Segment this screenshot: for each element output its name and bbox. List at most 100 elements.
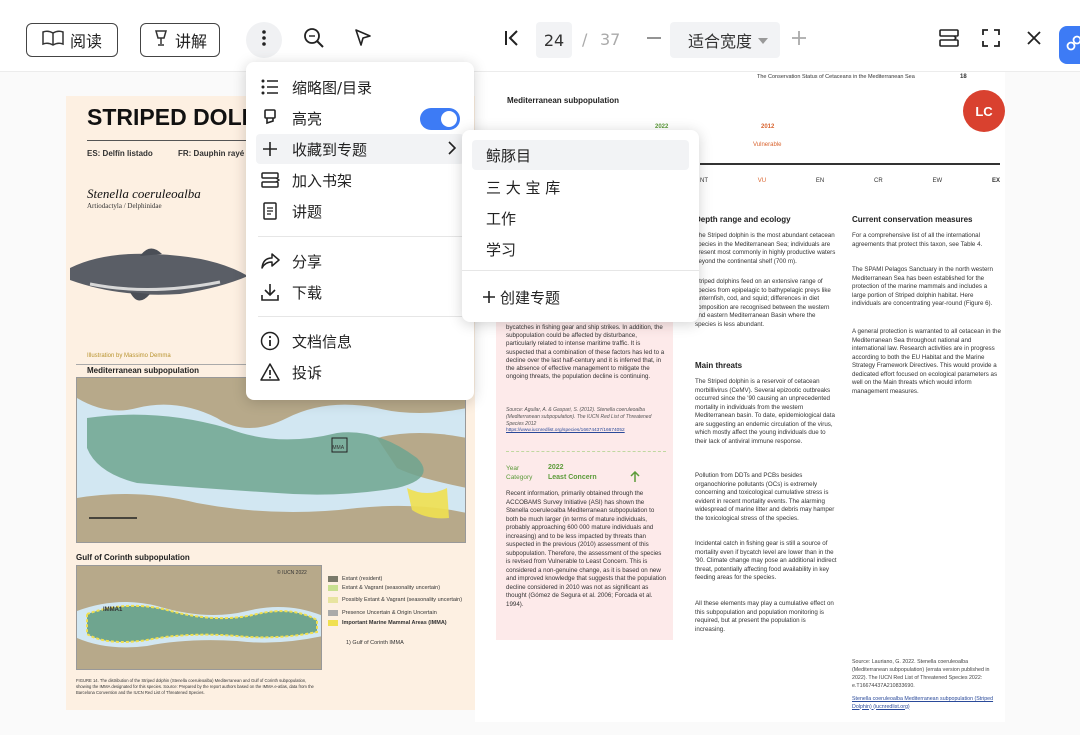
legend-swatch xyxy=(328,620,338,626)
imma-map-label: IMMA xyxy=(331,445,345,451)
search-button[interactable] xyxy=(296,22,332,58)
first-page-button[interactable] xyxy=(494,22,530,58)
zoom-mode-select[interactable]: 适合宽度 xyxy=(670,22,780,58)
vulnerable-label: Vulnerable xyxy=(753,142,782,148)
assessment-text-2: Recent information, primarily obtained t… xyxy=(506,490,666,608)
share-icon xyxy=(260,251,280,271)
menu-item-label: 加入书架 xyxy=(292,171,353,190)
minus-icon xyxy=(645,29,663,51)
menu-item-label: 收藏到专题 xyxy=(292,140,368,159)
submenu-divider xyxy=(462,270,699,271)
species-family: Artiodactyla / Delphinidae xyxy=(87,202,162,210)
explain-button[interactable]: 讲解 xyxy=(140,23,220,57)
lc-status-badge: LC xyxy=(963,90,1005,132)
total-pages: 37 xyxy=(600,30,621,49)
med-map-label: Mediterranean subpopulation xyxy=(87,366,200,375)
read-button-label: 阅读 xyxy=(69,32,102,51)
threats-text-4: All these elements may play a cumulative… xyxy=(695,600,834,633)
page-mode-button[interactable] xyxy=(931,22,967,58)
legend-label: Important Marine Mammal Areas (IMMA) xyxy=(342,620,447,626)
depth-range-heading: Depth range and ecology xyxy=(695,215,791,224)
gulf-map-label: Gulf of Corinth subpopulation xyxy=(76,553,190,562)
conservation-heading: Current conservation measures xyxy=(852,215,973,224)
category-scale: NT VU EN CR EW EX xyxy=(700,177,1000,187)
toggle-knob xyxy=(441,111,457,127)
more-options-menu: 缩略图/目录 高亮 收藏到专题 加入书架 讲题 分享 下载 文档信息 投诉 xyxy=(246,62,474,400)
legend-swatch xyxy=(328,597,338,603)
highlight-toggle[interactable] xyxy=(420,108,460,130)
category-label: EW xyxy=(932,178,943,184)
depth-range-text-2: Striped dolphins feed on an extensive ra… xyxy=(695,278,831,328)
menu-item-add-to-topic[interactable]: 收藏到专题 xyxy=(256,134,464,164)
legend-item: Possibly Extant & Vagrant (seasonality u… xyxy=(328,592,468,608)
subpopulation-title: Mediterranean subpopulation xyxy=(507,96,620,105)
assessment-link[interactable]: https://www.iucnredlist.org/species/1667… xyxy=(506,428,671,434)
assessment-year: 2022 xyxy=(548,464,564,471)
legend-item: Extant & Vagrant (seasonality uncertain) xyxy=(328,583,468,592)
menu-item-add-to-shelf[interactable]: 加入书架 xyxy=(246,165,474,195)
legend-label: Extant (resident) xyxy=(342,575,383,582)
create-topic-button[interactable]: 创建专题 xyxy=(472,282,689,312)
legend-label: Possibly Extant & Vagrant (seasonality u… xyxy=(342,597,463,603)
read-button[interactable]: 阅读 xyxy=(26,23,118,57)
menu-item-label: 分享 xyxy=(292,252,323,271)
common-name-fr: FR: Dauphin rayé xyxy=(178,149,245,158)
dolphin-illustration xyxy=(70,238,250,322)
mediterranean-map: IMMA xyxy=(76,377,466,543)
current-page-input[interactable]: 24 xyxy=(536,22,572,58)
skip-to-start-icon xyxy=(504,29,520,51)
depth-range-text-1: The Striped dolphin is the most abundant… xyxy=(695,232,836,265)
more-options-button[interactable] xyxy=(246,22,282,58)
menu-item-label: 投诉 xyxy=(292,363,323,382)
legend-item: Presence Uncertain & Origin Uncertain xyxy=(328,608,468,617)
menu-item-doc-info[interactable]: 文档信息 xyxy=(246,326,474,356)
assessment-category: Least Concern xyxy=(548,474,597,481)
menu-item-share[interactable]: 分享 xyxy=(246,246,474,276)
iucn-copyright: © IUCN 2022 xyxy=(277,570,307,576)
download-icon xyxy=(260,282,280,302)
highlighter-icon xyxy=(260,108,280,128)
fullscreen-button[interactable] xyxy=(973,22,1009,58)
explain-button-label: 讲解 xyxy=(174,32,207,51)
category-field-label: Category xyxy=(506,474,533,481)
fullscreen-icon xyxy=(981,28,1001,52)
menu-item-thumbnails[interactable]: 缩略图/目录 xyxy=(246,72,474,102)
book-icon xyxy=(42,30,64,50)
legend-label: Presence Uncertain & Origin Uncertain xyxy=(342,609,437,616)
select-tool-button[interactable] xyxy=(345,22,381,58)
legend-label: 1) Gulf of Corinth IMMA xyxy=(346,640,404,646)
legend-swatch xyxy=(328,584,338,591)
zoom-in-button[interactable] xyxy=(781,22,817,58)
list-icon xyxy=(260,77,280,97)
topic-item[interactable]: 三 大 宝 库 xyxy=(472,172,689,202)
legend-item: Important Marine Mammal Areas (IMMA) xyxy=(328,617,468,629)
topic-item[interactable]: 鲸豚目 xyxy=(472,140,689,170)
lecture-icon xyxy=(260,201,280,221)
menu-item-download[interactable]: 下载 xyxy=(246,277,474,307)
category-label: EX xyxy=(991,178,1000,184)
category-label: CR xyxy=(874,178,883,184)
assessment-text-1: bycatches in fishing gear and ship strik… xyxy=(506,324,665,381)
common-name-es: ES: Delfín listado xyxy=(87,149,153,158)
page-switch-icon xyxy=(938,27,960,53)
menu-item-report[interactable]: 投诉 xyxy=(246,357,474,387)
threats-text-1: The Striped dolphin is a reservoir of ce… xyxy=(695,378,835,445)
assessment-source: Source: Aguilar, A. & Gaspari, S. (2012)… xyxy=(506,407,652,427)
close-button[interactable] xyxy=(1016,22,1052,58)
topic-item[interactable]: 学习 xyxy=(472,234,689,264)
category-label: NT xyxy=(700,178,708,184)
page-separator: / xyxy=(582,30,588,49)
side-plugin-button[interactable] xyxy=(1059,26,1080,64)
main-threats-heading: Main threats xyxy=(695,361,743,370)
top-toolbar: 阅读 讲解 24 / 37 适合宽度 xyxy=(0,0,1080,72)
zoom-out-button[interactable] xyxy=(636,22,672,58)
species-latin-name: Stenella coeruleoalba xyxy=(87,186,201,201)
bottom-source-link[interactable]: Stenella coeruleoalba Mediterranean subp… xyxy=(852,696,997,711)
threats-text-2: Pollution from DDTs and PCBs besides org… xyxy=(695,472,835,522)
menu-item-lecture[interactable]: 讲题 xyxy=(246,196,474,226)
plus-icon xyxy=(260,139,280,159)
cursor-icon xyxy=(353,28,373,52)
topic-item[interactable]: 工作 xyxy=(472,203,689,233)
menu-divider xyxy=(258,316,462,317)
dashed-rule xyxy=(506,451,666,452)
